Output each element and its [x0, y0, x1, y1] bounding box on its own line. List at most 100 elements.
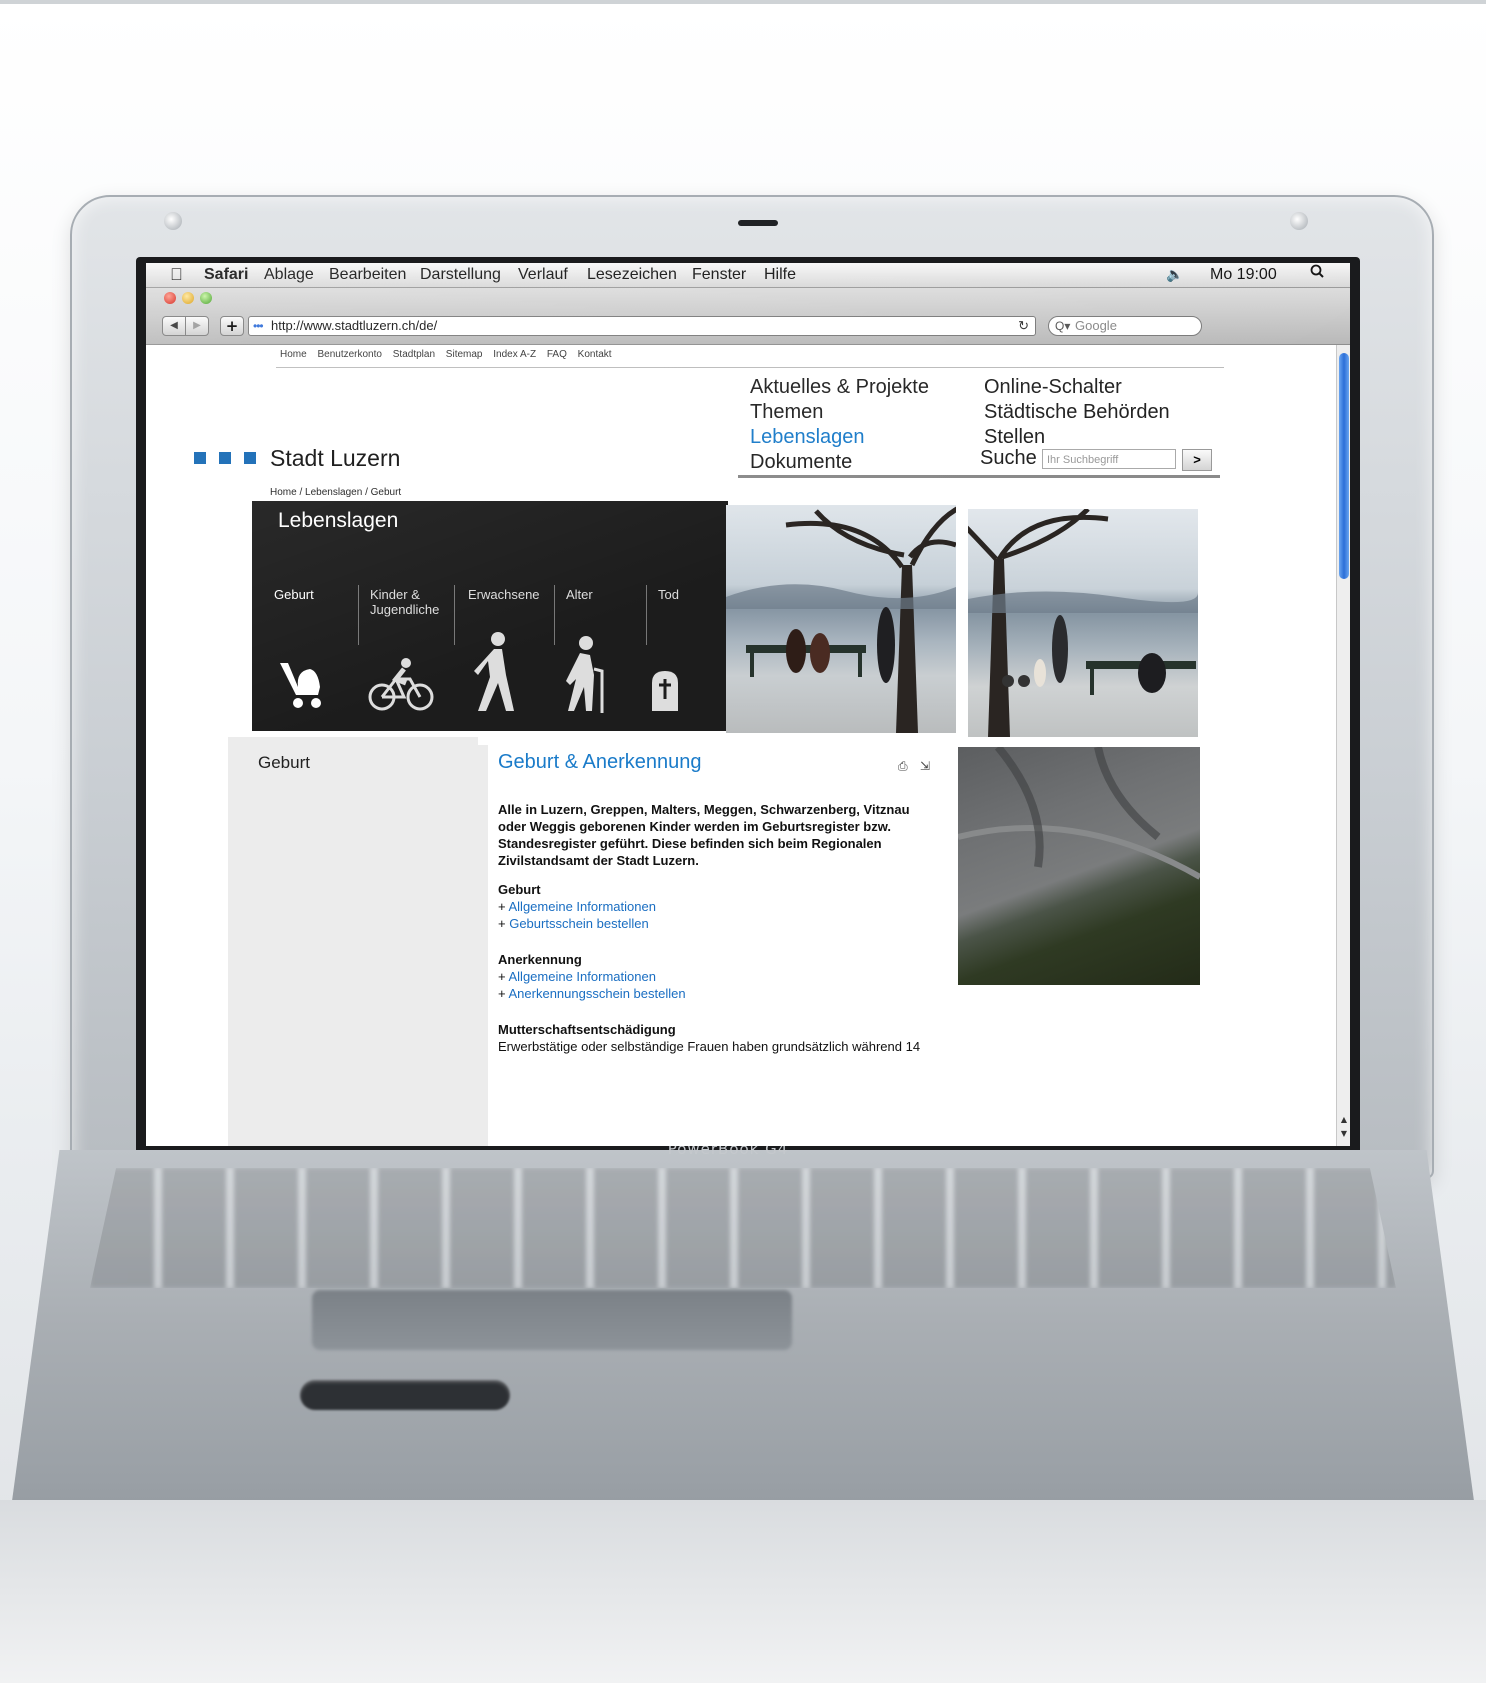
- stage-divider: [646, 585, 647, 645]
- link-geburt-allgemeine[interactable]: Allgemeine Informationen: [509, 899, 656, 914]
- util-link-kontakt[interactable]: Kontakt: [578, 349, 612, 360]
- section-heading: Geburt: [498, 882, 541, 897]
- stage-divider: [454, 585, 455, 645]
- address-bar[interactable]: ••• http://www.stadtluzern.ch/de/ ↻: [248, 316, 1036, 336]
- stage-geburt[interactable]: Geburt: [274, 587, 314, 602]
- keyboard: [90, 1168, 1396, 1288]
- vertical-scrollbar[interactable]: ▲ ▼: [1336, 345, 1350, 1146]
- export-icon[interactable]: ⇲: [920, 759, 930, 773]
- lid-latch: [300, 1380, 510, 1410]
- menu-darstellung[interactable]: Darstellung: [420, 266, 501, 284]
- table-surface: [0, 1500, 1486, 1683]
- site-search-button[interactable]: >: [1182, 449, 1212, 471]
- menu-ablage[interactable]: Ablage: [264, 266, 314, 284]
- cyclist-icon[interactable]: [366, 657, 436, 713]
- lid-camera-slot: [738, 220, 778, 226]
- article-title: Geburt & Anerkennung: [498, 751, 702, 773]
- menu-fenster[interactable]: Fenster: [692, 266, 746, 284]
- lake-bench-photo-2: [968, 509, 1198, 737]
- print-icon[interactable]: ⎙: [898, 759, 908, 774]
- reload-icon[interactable]: ↻: [1018, 317, 1029, 335]
- util-link-benutzerkonto[interactable]: Benutzerkonto: [317, 349, 382, 360]
- article: Geburt & Anerkennung ⎙ ⇲ Alle in Luzern,…: [478, 745, 954, 1146]
- top-border: [0, 0, 1486, 4]
- lebenslagen-title: Lebenslagen: [278, 509, 399, 532]
- stage-kinder[interactable]: Kinder & Jugendliche: [370, 587, 454, 617]
- window-minimize-button[interactable]: [182, 292, 194, 304]
- browser-search-field[interactable]: Q▾ Google: [1048, 316, 1202, 336]
- spotlight-search-icon[interactable]: [1310, 264, 1324, 278]
- main-nav-left: Aktuelles & Projekte Themen Lebenslagen …: [750, 375, 929, 475]
- mac-menubar:  Safari Ablage Bearbeiten Darstellung V…: [146, 263, 1350, 288]
- window-close-button[interactable]: [164, 292, 176, 304]
- forward-button[interactable]: ▶: [185, 316, 209, 336]
- menu-lesezeichen[interactable]: Lesezeichen: [587, 266, 677, 284]
- menu-bearbeiten[interactable]: Bearbeiten: [329, 266, 406, 284]
- path-grass-photo: [958, 747, 1200, 985]
- search-icon: Q▾: [1055, 319, 1071, 333]
- section-anerkennung: Anerkennung + Allgemeine Informationen +…: [498, 952, 686, 1001]
- site-search-input[interactable]: Ihr Suchbegriff: [1042, 449, 1176, 469]
- nav-aktuelles[interactable]: Aktuelles & Projekte: [750, 375, 929, 400]
- scrollbar-thumb[interactable]: [1339, 353, 1349, 579]
- trackpad: [312, 1290, 792, 1350]
- scroll-up-arrow-icon[interactable]: ▲: [1339, 1115, 1349, 1125]
- section-heading: Anerkennung: [498, 952, 582, 967]
- section-mutterschaft: Mutterschaftsentschädigung: [498, 1021, 676, 1038]
- nav-themen[interactable]: Themen: [750, 400, 929, 425]
- section-geburt: Geburt + Allgemeine Informationen + Gebu…: [498, 882, 656, 931]
- nav-dokumente[interactable]: Dokumente: [750, 450, 929, 475]
- nav-behoerden[interactable]: Städtische Behörden: [984, 400, 1170, 425]
- screen:  Safari Ablage Bearbeiten Darstellung V…: [146, 263, 1350, 1146]
- link-geburtsschein[interactable]: Geburtsschein bestellen: [509, 916, 648, 931]
- stage-erwachsene[interactable]: Erwachsene: [468, 587, 540, 602]
- menubar-clock[interactable]: Mo 19:00: [1210, 266, 1277, 284]
- lebenslagen-panel: Lebenslagen Geburt Kinder & Jugendliche …: [252, 501, 728, 731]
- utility-divider: [276, 367, 1224, 368]
- url-text: http://www.stadtluzern.ch/de/: [271, 318, 438, 333]
- nav-lebenslagen[interactable]: Lebenslagen: [750, 425, 929, 450]
- stage-tod[interactable]: Tod: [658, 587, 679, 602]
- walking-adult-icon[interactable]: [470, 631, 518, 715]
- back-button[interactable]: ◀: [162, 316, 186, 336]
- elderly-cane-icon[interactable]: [558, 635, 606, 715]
- site-favicon-icon: •••: [253, 319, 264, 333]
- gravestone-icon[interactable]: [650, 669, 680, 711]
- article-intro: Alle in Luzern, Greppen, Malters, Meggen…: [498, 802, 910, 868]
- stroller-icon[interactable]: [274, 657, 330, 713]
- window-zoom-button[interactable]: [200, 292, 212, 304]
- util-link-sitemap[interactable]: Sitemap: [446, 349, 483, 360]
- breadcrumb[interactable]: Home / Lebenslagen / Geburt: [270, 487, 401, 498]
- utility-nav: Home Benutzerkonto Stadtplan Sitemap Ind…: [280, 349, 620, 360]
- site-title[interactable]: Stadt Luzern: [270, 445, 400, 472]
- add-bookmark-button[interactable]: +: [220, 316, 244, 336]
- nav-online-schalter[interactable]: Online-Schalter: [984, 375, 1170, 400]
- sidebar-title: Geburt: [258, 753, 310, 772]
- util-link-home[interactable]: Home: [280, 349, 307, 360]
- stage-divider: [554, 585, 555, 645]
- lid-screw-left: [164, 212, 182, 230]
- site-search-label: Suche: [980, 447, 1037, 469]
- menu-hilfe[interactable]: Hilfe: [764, 266, 796, 284]
- util-link-stadtplan[interactable]: Stadtplan: [393, 349, 435, 360]
- stage-divider: [358, 585, 359, 645]
- browser-search-placeholder: Google: [1075, 318, 1117, 333]
- util-link-index[interactable]: Index A-Z: [493, 349, 536, 360]
- menu-app-name[interactable]: Safari: [204, 266, 248, 284]
- main-nav-right: Online-Schalter Städtische Behörden Stel…: [984, 375, 1170, 450]
- stage-alter[interactable]: Alter: [566, 587, 593, 602]
- menu-verlauf[interactable]: Verlauf: [518, 266, 568, 284]
- web-page: Home Benutzerkonto Stadtplan Sitemap Ind…: [146, 345, 1336, 1146]
- site-logo-squares[interactable]: [194, 451, 269, 469]
- browser-toolbar: ◀ ▶ + ••• http://www.stadtluzern.ch/de/ …: [146, 288, 1350, 345]
- section-heading: Mutterschaftsentschädigung: [498, 1022, 676, 1037]
- article-clipped-text: Erwerbstätige oder selbständige Frauen h…: [498, 1039, 921, 1054]
- lake-bench-photo-1: [726, 505, 956, 733]
- scroll-down-arrow-icon[interactable]: ▼: [1339, 1129, 1349, 1139]
- link-anerkennung-allgemeine[interactable]: Allgemeine Informationen: [509, 969, 656, 984]
- link-anerkennungsschein[interactable]: Anerkennungsschein bestellen: [509, 986, 686, 1001]
- speaker-icon[interactable]: 🔈: [1166, 266, 1183, 283]
- util-link-faq[interactable]: FAQ: [547, 349, 567, 360]
- main-nav-divider: [738, 475, 1220, 478]
- apple-logo-icon[interactable]: : [170, 265, 183, 285]
